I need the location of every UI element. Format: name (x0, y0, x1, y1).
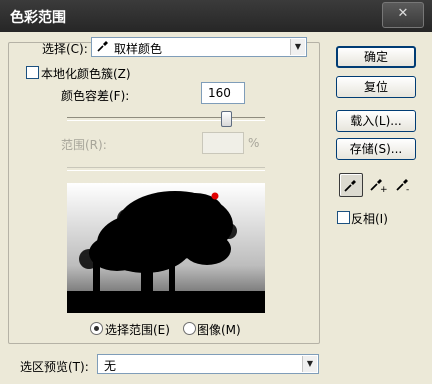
fuzziness-slider-thumb[interactable] (221, 111, 232, 127)
fuzziness-label: 颜色容差(F): (61, 89, 130, 103)
eyedropper-minus-tool[interactable]: - (392, 173, 414, 195)
dialog-body: 选择(C): 取样颜色 ▼ 本地化颜色簇(Z) 颜色容差(F): 160 范围(… (0, 32, 432, 384)
eyedropper-icon (96, 39, 110, 56)
fuzziness-slider[interactable] (67, 117, 265, 121)
title-bar[interactable]: 色彩范围 ✕ (0, 0, 432, 32)
save-button[interactable]: 存储(S)... (336, 138, 416, 160)
eyedropper-minus-icon: - (396, 179, 409, 195)
color-range-dialog: 色彩范围 ✕ 选择(C): 取样颜色 ▼ 本地化颜色簇(Z) 颜色容差(F): … (0, 0, 432, 384)
radio-selection[interactable] (90, 322, 103, 335)
radio-image-label: 图像(M) (197, 323, 241, 337)
range-unit: % (248, 136, 260, 150)
selection-preview-dropdown[interactable]: 无 ▼ (97, 354, 319, 374)
eyedropper-icon (344, 180, 356, 192)
radio-selection-label: 选择范围(E) (105, 323, 170, 337)
svg-text:+: + (380, 185, 388, 195)
dialog-title: 色彩范围 (10, 10, 66, 26)
chevron-down-icon[interactable]: ▼ (290, 39, 305, 55)
select-label: 选择(C): (42, 42, 88, 56)
range-input[interactable] (202, 132, 244, 154)
radio-image[interactable] (183, 322, 196, 335)
fuzziness-input[interactable]: 160 (201, 82, 245, 104)
close-button[interactable]: ✕ (382, 2, 424, 28)
reset-button[interactable]: 复位 (336, 76, 416, 98)
invert-label: 反相(I) (351, 212, 388, 226)
range-slider[interactable] (67, 167, 265, 171)
selection-preview-image[interactable] (67, 183, 265, 313)
select-value: 取样颜色 (114, 42, 163, 56)
ok-button[interactable]: 确定 (336, 46, 416, 68)
load-button[interactable]: 载入(L)... (336, 110, 416, 132)
localized-clusters-checkbox[interactable] (26, 66, 39, 79)
invert-checkbox[interactable] (337, 211, 350, 224)
chevron-down-icon[interactable]: ▼ (302, 356, 317, 372)
sample-marker (211, 192, 219, 200)
eyedropper-plus-tool[interactable]: + (366, 173, 388, 195)
selection-preview-label: 选区预览(T): (20, 360, 89, 374)
range-label: 范围(R): (61, 138, 107, 152)
localized-clusters-label: 本地化颜色簇(Z) (41, 67, 131, 81)
selection-preview-value: 无 (104, 359, 117, 373)
svg-text:-: - (406, 185, 409, 195)
eyedropper-plus-icon: + (370, 179, 388, 195)
select-dropdown[interactable]: 取样颜色 ▼ (91, 37, 307, 57)
close-icon: ✕ (397, 6, 409, 21)
radio-selected-dot (94, 326, 99, 331)
fuzziness-value: 160 (208, 86, 231, 100)
eyedropper-tool[interactable] (339, 173, 363, 197)
